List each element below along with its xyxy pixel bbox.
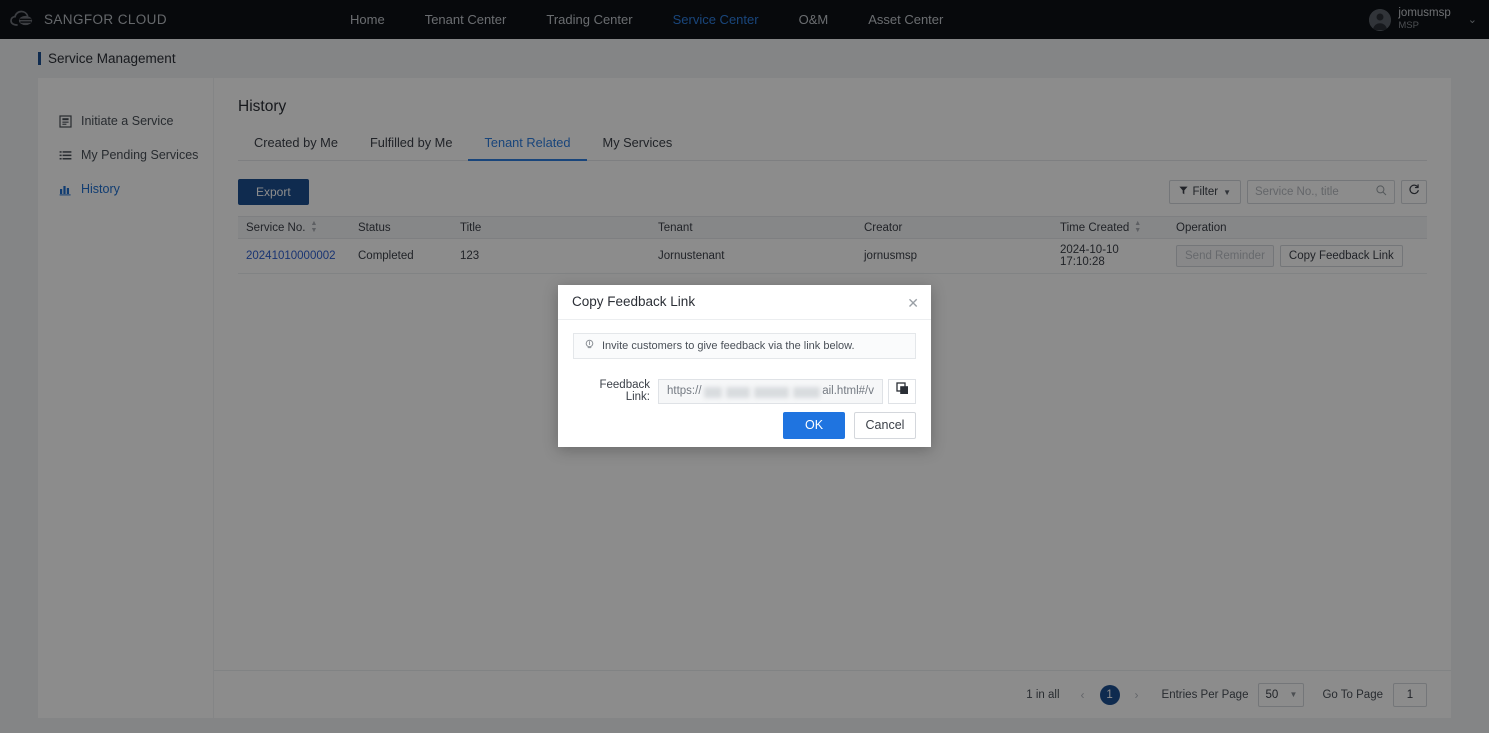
redacted-link-segment [703, 386, 722, 398]
feedback-link-label: Feedback Link: [599, 379, 650, 404]
dialog-title: Copy Feedback Link [572, 294, 696, 310]
cancel-button[interactable]: Cancel [854, 411, 916, 439]
dialog-body: Invite customers to give feedback via th… [558, 320, 931, 404]
info-banner-text: Invite customers to give feedback via th… [602, 339, 855, 352]
bulb-icon [584, 339, 595, 353]
redacted-link-segment [793, 386, 821, 398]
feedback-link-row: Feedback Link: https:// ail.html#/v [573, 378, 916, 404]
feedback-link-prefix: https:// [667, 385, 702, 398]
ok-button[interactable]: OK [783, 411, 845, 439]
info-banner: Invite customers to give feedback via th… [573, 332, 916, 359]
close-icon[interactable]: ✕ [907, 296, 919, 310]
redacted-link-segment [725, 386, 750, 398]
copy-link-button[interactable] [888, 378, 916, 404]
copy-icon [895, 382, 909, 400]
copy-feedback-link-dialog: Copy Feedback Link ✕ Invite customers to… [558, 285, 931, 447]
dialog-header: Copy Feedback Link ✕ [558, 285, 931, 320]
redacted-link-segment [753, 386, 790, 398]
feedback-link-field[interactable]: https:// ail.html#/v [658, 378, 883, 404]
feedback-link-suffix: ail.html#/v [822, 385, 874, 398]
dialog-footer: OK Cancel [558, 404, 931, 447]
